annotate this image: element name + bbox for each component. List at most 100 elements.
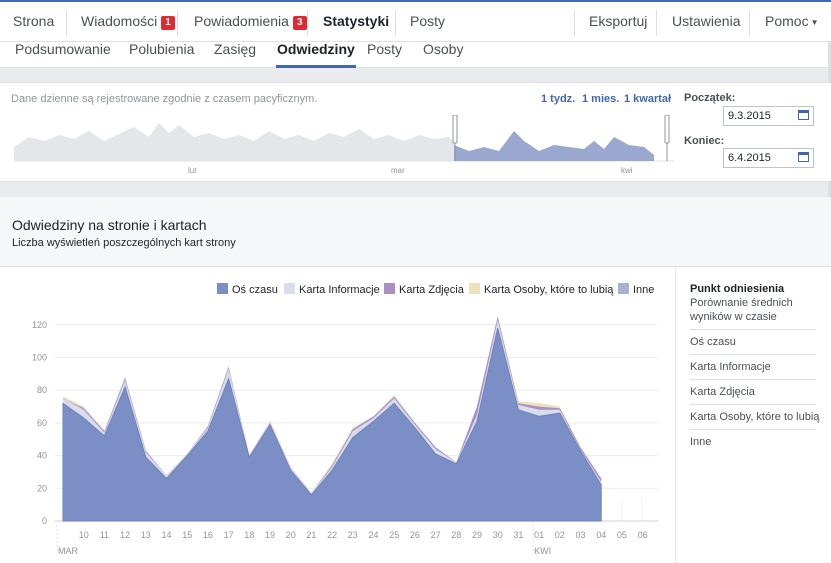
section-title: Odwiedziny na stronie i kartach	[12, 217, 207, 233]
x-tick-label: 29	[472, 530, 482, 540]
end-date-input[interactable]: 6.4.2015	[723, 148, 814, 168]
notifications-badge: 3	[292, 16, 307, 30]
timezone-note: Dane dzienne są rejestrowane zgodnie z c…	[11, 93, 318, 105]
x-tick-label: 20	[286, 530, 296, 540]
x-tick-label: 03	[575, 530, 585, 540]
start-date-label: Początek:	[684, 92, 736, 104]
nav-powiadomienia-label: Powiadomienia	[194, 13, 289, 29]
settings-label: Ustawienia	[672, 13, 741, 29]
x-tick-label: 11	[100, 530, 109, 540]
x-group-label: KWI	[534, 546, 551, 556]
x-tick-label: 25	[389, 530, 399, 540]
x-tick-label: 30	[493, 530, 503, 540]
x-tick-label: 15	[182, 530, 192, 540]
range-handle-right[interactable]	[664, 115, 670, 144]
date-range-panel: Dane dzienne są rejestrowane zgodnie z c…	[0, 82, 831, 182]
start-date-value: 9.3.2015	[728, 110, 771, 122]
help-label: Pomoc	[765, 13, 809, 29]
x-tick-label: 17	[224, 530, 234, 540]
benchmark-item-likes[interactable]: Karta Osoby, które to lubią	[690, 404, 819, 429]
range-1-week-link[interactable]: 1 tydz.	[541, 93, 575, 105]
x-tick-label: 21	[306, 530, 316, 540]
visits-chart-panel: Oś czasu Karta Informacje Karta Zdjęcia …	[0, 267, 675, 563]
nav-divider	[307, 10, 308, 36]
insights-sub-nav: Podsumowanie Polubienia Zasięg Odwiedzin…	[0, 42, 831, 68]
x-tick-label: 05	[617, 530, 627, 540]
y-tick-label: 40	[37, 451, 47, 461]
tab-zasieg[interactable]: Zasięg	[214, 42, 256, 68]
nav-divider	[66, 10, 67, 36]
y-tick-label: 60	[37, 418, 47, 428]
visits-area-chart[interactable]: 02040608010012010 11 12 13 14 15 16 17 18 19 20 21 2…	[0, 267, 675, 563]
y-tick-label: 120	[32, 320, 47, 330]
x-tick-label: 14	[161, 530, 171, 540]
page-top-nav: Strona Wiadomości 1 Powiadomienia 3 Statys…	[0, 2, 831, 42]
tab-odwiedziny[interactable]: Odwiedziny	[276, 42, 356, 68]
tab-posty[interactable]: Posty	[367, 42, 402, 68]
overview-area-selected	[454, 131, 654, 161]
overview-month-mar: mar	[391, 166, 405, 175]
x-tick-label: 02	[555, 530, 565, 540]
section-header: Odwiedziny na stronie i kartach Liczba w…	[0, 197, 831, 267]
x-tick-label: 27	[431, 530, 441, 540]
x-tick-label: 06	[638, 530, 648, 540]
nav-wiadomosci-label: Wiadomości	[81, 13, 158, 29]
benchmark-item-about[interactable]: Karta Informacje	[690, 354, 816, 379]
benchmark-sidebar: Punkt odniesienia Porównanie średnich wy…	[675, 267, 831, 563]
nav-divider	[395, 10, 396, 36]
calendar-icon[interactable]	[798, 110, 809, 120]
y-tick-label: 20	[37, 483, 47, 493]
settings-link[interactable]: Ustawienia	[672, 2, 740, 41]
nav-statystyki[interactable]: Statystyki	[323, 2, 389, 41]
x-tick-label: 24	[368, 530, 378, 540]
x-tick-label: 26	[410, 530, 420, 540]
x-tick-label: 12	[120, 530, 130, 540]
range-1-month-link[interactable]: 1 mies.	[582, 93, 619, 105]
benchmark-item-photos[interactable]: Karta Zdjęcia	[690, 379, 816, 404]
x-tick-label: 04	[596, 530, 606, 540]
x-tick-label: 19	[265, 530, 275, 540]
tab-podsumowanie[interactable]: Podsumowanie	[15, 42, 111, 68]
x-tick-label: 28	[451, 530, 461, 540]
nav-posty[interactable]: Posty	[410, 2, 445, 41]
overview-month-feb: lut	[188, 166, 197, 175]
benchmark-header: Punkt odniesienia Porównanie średnich wy…	[690, 282, 816, 324]
nav-strona[interactable]: Strona	[13, 2, 54, 41]
tab-osoby[interactable]: Osoby	[423, 42, 463, 68]
nav-divider	[656, 10, 657, 36]
end-date-value: 6.4.2015	[728, 152, 771, 164]
nav-wiadomosci[interactable]: Wiadomości 1	[81, 2, 175, 41]
x-group-label: MAR	[58, 546, 79, 556]
section-subtitle: Liczba wyświetleń poszczególnych kart st…	[12, 237, 236, 249]
nav-divider	[574, 10, 575, 36]
export-label: Eksportuj	[589, 13, 648, 29]
start-date-input[interactable]: 9.3.2015	[723, 106, 814, 126]
benchmark-subtitle: Porównanie średnich wyników w czasie	[690, 297, 793, 323]
calendar-icon[interactable]	[798, 152, 809, 162]
x-tick-label: 01	[534, 530, 544, 540]
nav-divider	[749, 10, 750, 36]
nav-posty-label: Posty	[410, 13, 446, 29]
export-link[interactable]: Eksportuj	[589, 2, 647, 41]
range-handle-left[interactable]	[452, 115, 458, 144]
caret-down-icon: ▼	[810, 18, 819, 27]
nav-strona-label: Strona	[13, 13, 55, 29]
range-1-quarter-link[interactable]: 1 kwartał	[624, 93, 671, 105]
benchmark-item-timeline[interactable]: Oś czasu	[690, 329, 816, 354]
nav-divider	[177, 10, 178, 36]
range-overview-chart[interactable]	[14, 115, 674, 163]
tab-polubienia[interactable]: Polubienia	[129, 42, 194, 68]
y-tick-label: 0	[42, 516, 47, 526]
benchmark-item-other[interactable]: Inne	[690, 429, 816, 454]
help-menu[interactable]: Pomoc ▼	[765, 2, 819, 41]
end-date-label: Koniec:	[684, 135, 725, 147]
x-tick-label: 31	[513, 530, 523, 540]
nav-powiadomienia[interactable]: Powiadomienia 3	[194, 2, 307, 41]
y-tick-label: 80	[37, 385, 47, 395]
x-tick-label: 22	[327, 530, 337, 540]
x-tick-label: 10	[79, 530, 89, 540]
overview-area-left	[14, 123, 454, 161]
y-tick-label: 100	[32, 353, 47, 363]
x-tick-label: 18	[244, 530, 254, 540]
overview-month-apr: kwi	[621, 166, 633, 175]
